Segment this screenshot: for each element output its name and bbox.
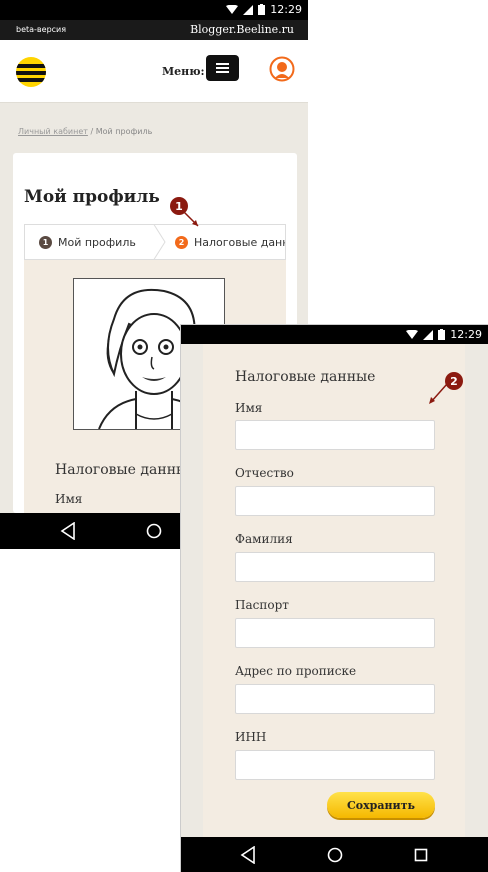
status-bar: 12:29 — [0, 0, 308, 20]
section-title: Налоговые данные — [55, 462, 196, 478]
home-icon[interactable] — [146, 522, 162, 540]
wifi-icon — [226, 4, 239, 14]
page-title: Мой профиль — [24, 187, 160, 207]
annotation-arrow-2 — [429, 383, 448, 404]
hamburger-icon — [216, 63, 229, 65]
tab-label: Мой профиль — [58, 235, 136, 249]
tab-my-profile[interactable]: 1 Мой профиль — [39, 225, 136, 259]
address-label: Адрес по прописке — [235, 664, 357, 678]
status-time: 12:29 — [450, 328, 482, 341]
tab-label: Налоговые данные — [194, 235, 285, 249]
back-icon[interactable] — [240, 846, 256, 864]
tab-number-2: 2 — [175, 235, 188, 249]
form-section-title: Налоговые данные — [235, 369, 376, 385]
signal-icon — [243, 4, 254, 15]
inn-label: ИНН — [235, 730, 267, 744]
beeline-logo[interactable] — [16, 57, 46, 87]
home-icon[interactable] — [327, 846, 343, 864]
signal-icon — [423, 329, 434, 340]
menu-label: Меню: — [162, 65, 205, 78]
annotation-arrow-1 — [181, 209, 199, 227]
user-icon[interactable] — [269, 56, 295, 82]
first-name-input[interactable] — [235, 420, 435, 450]
wifi-icon — [406, 329, 419, 339]
site-name[interactable]: Blogger.Beeline.ru — [190, 23, 294, 36]
breadcrumb-current: Мой профиль — [95, 127, 153, 136]
passport-label: Паспорт — [235, 598, 289, 612]
battery-icon — [258, 4, 266, 15]
tab-number-1: 1 — [39, 235, 52, 249]
status-time: 12:29 — [270, 3, 302, 16]
back-icon[interactable] — [60, 522, 76, 540]
first-name-label: Имя — [55, 492, 83, 506]
passport-input[interactable] — [235, 618, 435, 648]
last-name-input[interactable] — [235, 552, 435, 582]
status-bar: 12:29 — [181, 325, 488, 344]
beta-bar: beta-версия Blogger.Beeline.ru — [0, 20, 308, 40]
patronymic-label: Отчество — [235, 466, 294, 480]
tab-tax-data[interactable]: 2 Налоговые данные — [175, 225, 285, 259]
breadcrumb-separator: / — [90, 127, 94, 136]
address-input[interactable] — [235, 684, 435, 714]
battery-icon — [438, 329, 446, 340]
breadcrumb-cabinet-link[interactable]: Личный кабинет — [18, 127, 88, 136]
first-name-label: Имя — [235, 401, 263, 415]
inn-input[interactable] — [235, 750, 435, 780]
recents-icon[interactable] — [414, 846, 428, 864]
save-button[interactable]: Сохранить — [327, 792, 435, 818]
beta-label: beta-версия — [16, 25, 67, 34]
patronymic-input[interactable] — [235, 486, 435, 516]
last-name-label: Фамилия — [235, 532, 293, 546]
profile-tabs: 1 Мой профиль 2 Налоговые данные — [24, 224, 286, 260]
hamburger-menu-button[interactable] — [206, 55, 239, 81]
header: Меню: — [0, 40, 308, 103]
breadcrumb: Личный кабинет / Мой профиль — [18, 127, 152, 136]
android-nav-bar — [181, 837, 488, 872]
